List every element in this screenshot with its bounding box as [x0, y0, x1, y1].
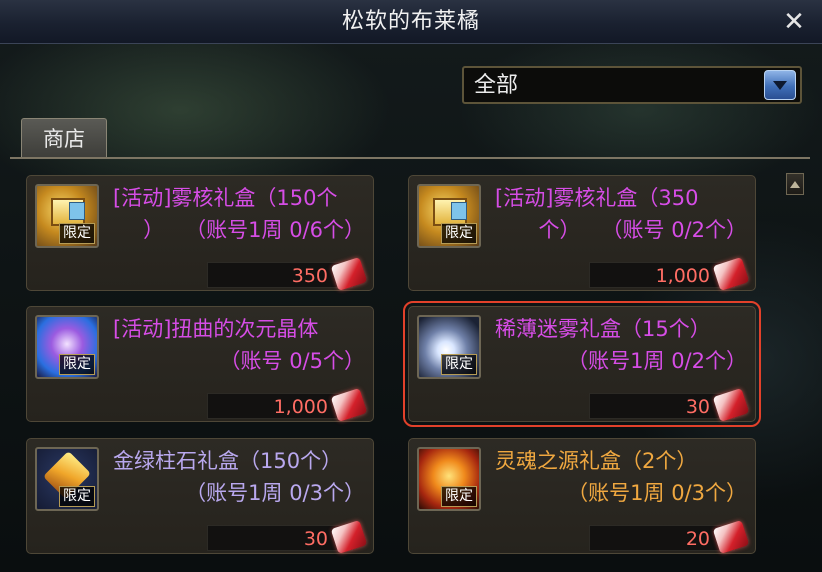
- chevron-down-icon[interactable]: [764, 70, 796, 100]
- item-name-line2: （账号1周 0/3个）: [185, 481, 365, 505]
- item-name-line1: 稀薄迷雾礼盒（15个）: [495, 317, 711, 341]
- item-price: 1,000: [273, 396, 328, 418]
- item-name-line1: [活动]雾核礼盒（350: [495, 186, 699, 210]
- close-button[interactable]: ✕: [778, 6, 810, 38]
- ticket-currency-icon: [330, 257, 368, 291]
- item-name-line2: ） （账号1周 0/6个）: [143, 218, 365, 242]
- window-title: 松软的布莱橘: [341, 9, 480, 34]
- item-price: 1,000: [655, 265, 710, 287]
- item-name-line2: （账号1周 0/2个）: [567, 349, 747, 373]
- item-price: 20: [685, 528, 710, 550]
- close-icon: ✕: [783, 7, 805, 37]
- ticket-currency-icon: [712, 520, 750, 554]
- limited-badge: 限定: [59, 486, 95, 507]
- item-name: 金绿柱石礼盒（150个） （账号1周 0/3个）: [113, 445, 365, 509]
- item-name: 稀薄迷雾礼盒（15个） （账号1周 0/2个）: [495, 313, 747, 377]
- limited-badge: 限定: [59, 223, 95, 244]
- limited-badge: 限定: [441, 486, 477, 507]
- shop-item-card[interactable]: 限定 [活动]雾核礼盒（350 个） （账号 0/2个） 1,000: [408, 175, 756, 291]
- limited-badge: 限定: [441, 354, 477, 375]
- item-price: 350: [291, 265, 328, 287]
- price-bar: 1,000: [589, 257, 750, 291]
- item-price: 30: [685, 396, 710, 418]
- ticket-currency-icon: [712, 257, 750, 291]
- item-name-line1: [活动]雾核礼盒（150个: [113, 186, 338, 210]
- price-bar: 350: [207, 257, 368, 291]
- soul-source-sun-icon: 限定: [417, 447, 481, 511]
- price-bar: 20: [589, 520, 750, 554]
- price-bar: 30: [589, 388, 750, 422]
- item-name: [活动]扭曲的次元晶体 （账号 0/5个）: [113, 313, 365, 377]
- ticket-currency-icon: [712, 388, 750, 422]
- tab-divider: [10, 157, 810, 159]
- dimension-crystal-icon: 限定: [35, 315, 99, 379]
- limited-badge: 限定: [59, 354, 95, 375]
- item-name: 灵魂之源礼盒（2个） （账号1周 0/3个）: [495, 445, 747, 509]
- item-price: 30: [303, 528, 328, 550]
- shop-item-card[interactable]: 限定 [活动]扭曲的次元晶体 （账号 0/5个） 1,000: [26, 306, 374, 422]
- shop-item-card-selected[interactable]: 限定 稀薄迷雾礼盒（15个） （账号1周 0/2个） 30: [403, 301, 761, 427]
- filter-selected-value: 全部: [474, 73, 519, 98]
- item-name-line2: 个） （账号 0/2个）: [538, 218, 747, 242]
- ticket-currency-icon: [330, 388, 368, 422]
- gold-gift-box-icon: 限定: [35, 184, 99, 248]
- filter-dropdown[interactable]: 全部: [462, 66, 802, 104]
- item-name-line1: [活动]扭曲的次元晶体: [113, 317, 319, 341]
- price-bar: 1,000: [207, 388, 368, 422]
- mist-orb-icon: 限定: [417, 315, 481, 379]
- price-bar: 30: [207, 520, 368, 554]
- shop-item-card[interactable]: 限定 金绿柱石礼盒（150个） （账号1周 0/3个） 30: [26, 438, 374, 554]
- item-name-line1: 灵魂之源礼盒（2个）: [495, 449, 698, 473]
- limited-badge: 限定: [441, 223, 477, 244]
- ticket-currency-icon: [330, 520, 368, 554]
- item-name-line2: （账号 0/5个）: [219, 349, 365, 373]
- item-name-line1: 金绿柱石礼盒（150个）: [113, 449, 343, 473]
- item-name-line2: （账号1周 0/3个）: [567, 481, 747, 505]
- shop-item-card[interactable]: 限定 灵魂之源礼盒（2个） （账号1周 0/3个） 20: [408, 438, 756, 554]
- item-name: [活动]雾核礼盒（150个 ） （账号1周 0/6个）: [113, 182, 365, 246]
- item-name: [活动]雾核礼盒（350 个） （账号 0/2个）: [495, 182, 747, 246]
- chrysoberyl-gem-icon: 限定: [35, 447, 99, 511]
- gold-gift-box-icon: 限定: [417, 184, 481, 248]
- shop-item-card[interactable]: 限定 [活动]雾核礼盒（150个 ） （账号1周 0/6个） 350: [26, 175, 374, 291]
- scroll-up-button[interactable]: [786, 173, 804, 195]
- tab-shop[interactable]: 商店: [21, 118, 107, 158]
